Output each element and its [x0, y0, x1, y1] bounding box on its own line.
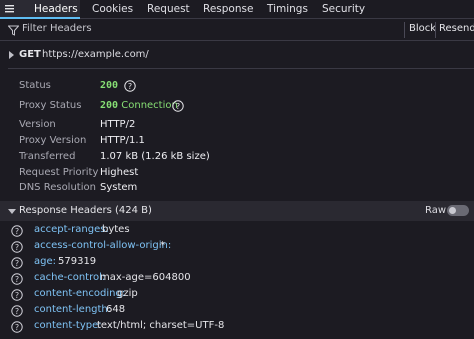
- proxy-status-code: 200: [100, 100, 119, 111]
- help-icon[interactable]: ?: [11, 289, 23, 301]
- tab-request[interactable]: Request: [139, 0, 191, 19]
- header-row: ? content-length: 648: [0, 303, 474, 319]
- tab-label: Response: [203, 3, 254, 15]
- version-value: HTTP/2: [100, 119, 136, 130]
- header-value: 579319: [58, 256, 97, 267]
- divider: [404, 22, 405, 38]
- proxy-status-text: Connection: [121, 100, 178, 111]
- proxy-status-value: 200 Connection: [100, 100, 178, 111]
- raw-toggle[interactable]: [447, 205, 469, 216]
- header-value: gzip: [117, 288, 138, 299]
- menu-icon: [5, 5, 14, 13]
- header-name: content-length:: [34, 304, 112, 315]
- help-icon[interactable]: ?: [11, 257, 23, 269]
- svg-text:?: ?: [15, 323, 19, 332]
- status-value: 200: [100, 80, 118, 91]
- header-row: ? content-type: text/html; charset=UTF-8: [0, 319, 474, 335]
- request-url: https://example.com/: [42, 49, 149, 60]
- header-name: cache-control:: [34, 272, 106, 283]
- header-row: ? age: 579319: [0, 255, 474, 271]
- svg-text:?: ?: [176, 102, 180, 111]
- svg-text:?: ?: [15, 243, 19, 252]
- filter-headers-input[interactable]: Filter Headers: [22, 23, 92, 34]
- svg-text:?: ?: [15, 307, 19, 316]
- header-value: bytes: [102, 224, 130, 235]
- details-tab-bar: Headers Cookies Request Response Timings…: [0, 0, 474, 19]
- header-value: max-age=604800: [100, 272, 191, 283]
- request-priority-label: Request Priority: [19, 167, 99, 178]
- help-icon[interactable]: ?: [11, 225, 23, 237]
- collapse-caret-icon[interactable]: [8, 209, 16, 214]
- header-value: text/html; charset=UTF-8: [97, 320, 225, 331]
- header-name: access-control-allow-origin:: [34, 240, 172, 251]
- proxy-version-value: HTTP/1.1: [100, 135, 145, 146]
- resend-button[interactable]: Resend: [439, 23, 474, 34]
- divider: [435, 22, 436, 38]
- tab-label: Timings: [267, 3, 308, 15]
- response-headers-section-header[interactable]: Response Headers (424 B) Raw: [0, 201, 474, 221]
- header-value: *: [160, 240, 165, 251]
- transferred-value: 1.07 kB (1.26 kB size): [100, 151, 210, 162]
- status-label: Status: [19, 80, 51, 91]
- filter-icon: [8, 25, 19, 36]
- svg-text:?: ?: [15, 291, 19, 300]
- tab-label: Cookies: [92, 3, 134, 15]
- svg-text:?: ?: [128, 82, 132, 91]
- tab-headers[interactable]: Headers: [0, 0, 80, 19]
- tab-label: Headers: [34, 3, 78, 15]
- help-icon[interactable]: ?: [11, 273, 23, 285]
- header-name: content-encoding:: [34, 288, 126, 299]
- request-priority-value: Highest: [100, 167, 139, 178]
- header-row: ? cache-control: max-age=604800: [0, 271, 474, 287]
- svg-text:?: ?: [15, 259, 19, 268]
- block-button[interactable]: Block: [409, 23, 436, 34]
- svg-text:?: ?: [15, 275, 19, 284]
- header-name: accept-ranges:: [34, 224, 109, 235]
- tab-label: Request: [147, 3, 190, 15]
- tab-timings[interactable]: Timings: [259, 0, 309, 19]
- header-row: ? access-control-allow-origin: *: [0, 239, 474, 255]
- help-icon[interactable]: ?: [172, 100, 184, 112]
- header-name: age:: [34, 256, 56, 267]
- help-icon[interactable]: ?: [11, 321, 23, 333]
- expand-caret-icon[interactable]: [9, 51, 14, 59]
- version-label: Version: [19, 119, 56, 130]
- proxy-status-label: Proxy Status: [19, 100, 82, 111]
- dns-resolution-value: System: [100, 182, 138, 193]
- tab-cookies[interactable]: Cookies: [84, 0, 134, 19]
- help-icon[interactable]: ?: [11, 305, 23, 317]
- dns-resolution-label: DNS Resolution: [19, 182, 96, 193]
- proxy-version-label: Proxy Version: [19, 135, 87, 146]
- header-row: ? content-encoding: gzip: [0, 287, 474, 303]
- help-icon[interactable]: ?: [124, 80, 136, 92]
- tab-security[interactable]: Security: [314, 0, 368, 19]
- header-name: content-type:: [34, 320, 102, 331]
- svg-text:?: ?: [15, 227, 19, 236]
- tab-response[interactable]: Response: [195, 0, 255, 19]
- transferred-label: Transferred: [19, 151, 76, 162]
- request-summary-line[interactable]: GET https://example.com/: [0, 45, 474, 65]
- status-code: 200: [100, 80, 119, 91]
- filter-bar: Filter Headers Block Resend: [0, 19, 474, 41]
- header-value: 648: [106, 304, 126, 315]
- raw-toggle-label: Raw: [425, 205, 447, 216]
- response-headers-title: Response Headers (424 B): [19, 205, 152, 216]
- help-icon[interactable]: ?: [11, 241, 23, 253]
- header-row: ? accept-ranges: bytes: [0, 223, 474, 239]
- divider: [8, 68, 474, 69]
- toggle-knob: [449, 207, 456, 214]
- tab-label: Security: [322, 3, 366, 15]
- request-method: GET: [19, 49, 41, 60]
